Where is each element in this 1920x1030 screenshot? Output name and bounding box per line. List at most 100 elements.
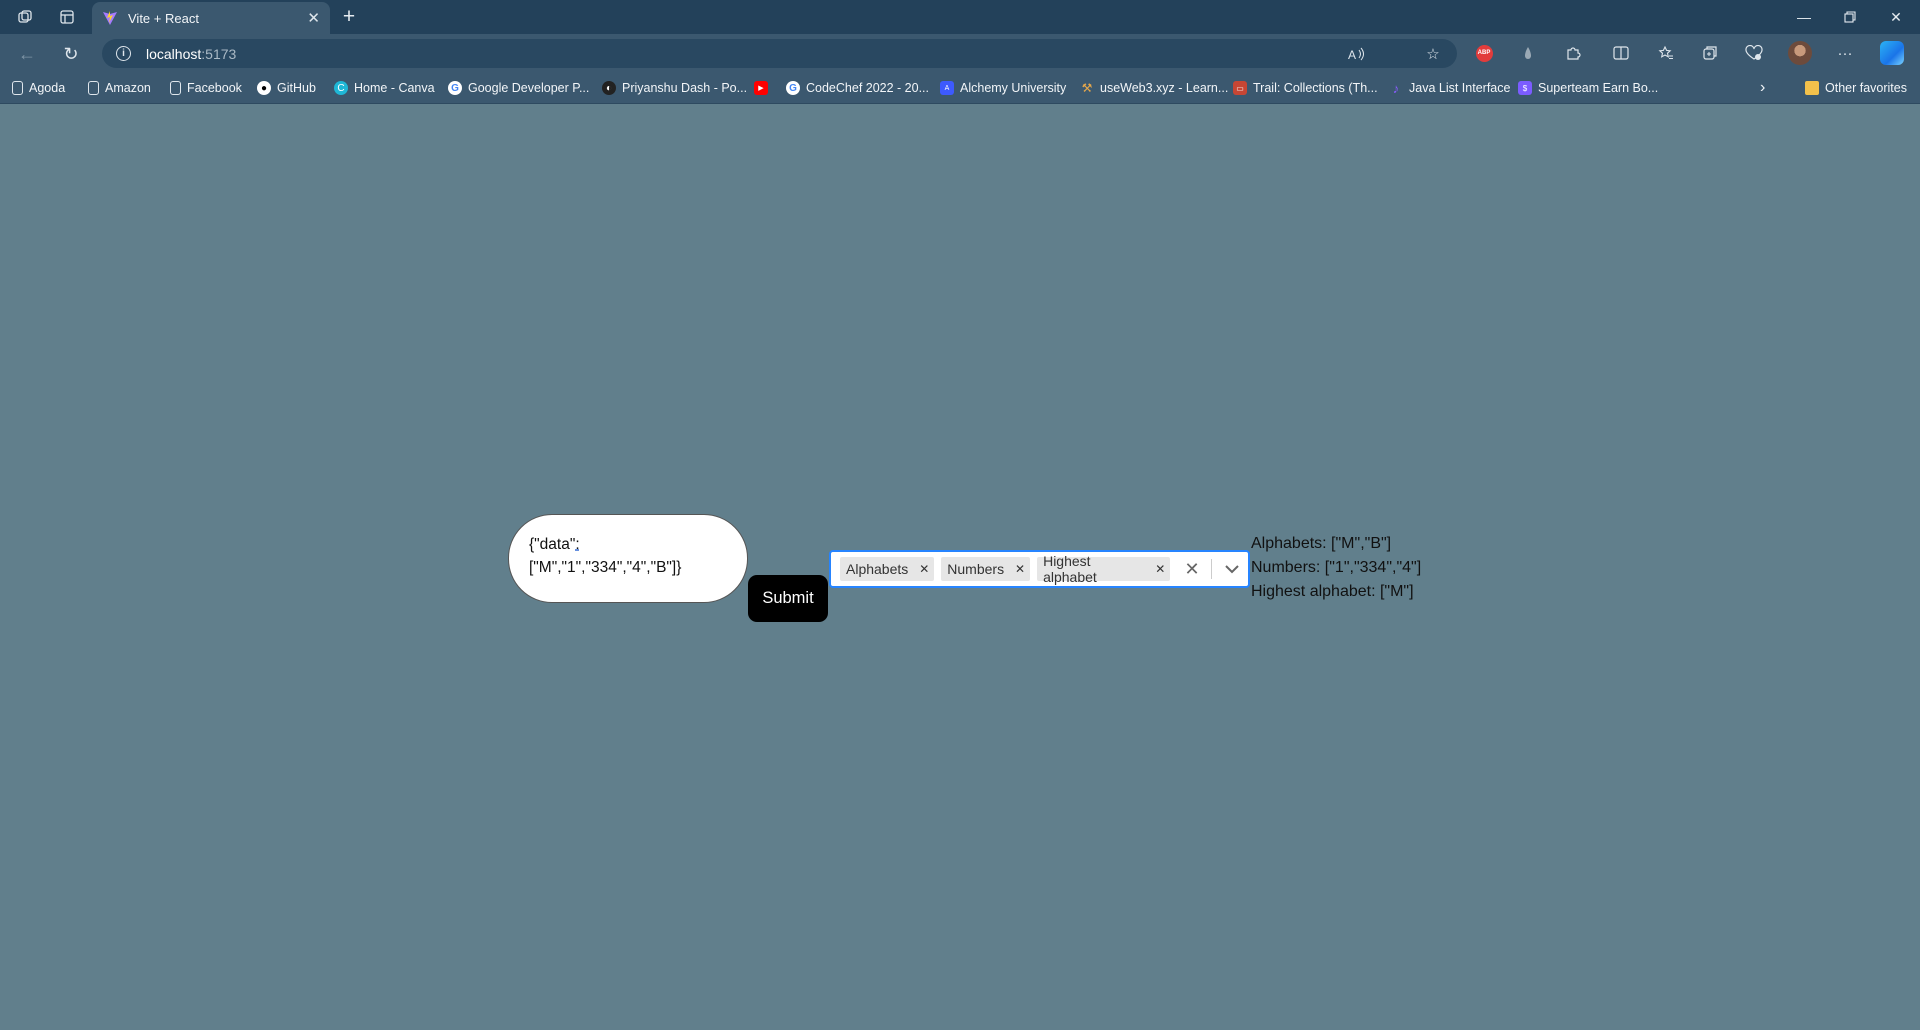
filter-chip-alphabets: Alphabets ✕ <box>840 557 935 581</box>
result-highest-alphabet: Highest alphabet: ["M"] <box>1251 583 1414 600</box>
json-input-line2: ["M","1","334","4","B"]} <box>529 559 682 576</box>
split-screen-icon[interactable] <box>1608 40 1634 66</box>
active-tab[interactable]: Vite + React ✕ <box>92 2 330 34</box>
filter-chip-numbers: Numbers ✕ <box>941 557 1031 581</box>
tools-icon: ⚒ <box>1081 81 1093 95</box>
restore-icon[interactable] <box>1827 0 1873 34</box>
selected-filters: Alphabets ✕ Numbers ✕ Highest alphabet ✕ <box>831 553 1177 585</box>
extensions-icon[interactable] <box>1560 40 1586 66</box>
url-port: :5173 <box>201 45 237 62</box>
favorites-icon[interactable] <box>1653 40 1679 66</box>
bookmark-trail-collections[interactable]: ▭ Trail: Collections (Th... <box>1233 77 1378 99</box>
url-host: localhost <box>146 45 202 62</box>
bookmark-agoda[interactable]: Agoda <box>12 77 65 99</box>
folder-icon <box>1805 81 1819 95</box>
tab-actions-icon[interactable] <box>56 6 78 28</box>
remove-chip-icon[interactable]: ✕ <box>1151 557 1170 581</box>
bookmark-label: Amazon <box>105 81 151 95</box>
svg-text:A: A <box>1348 48 1356 61</box>
more-options-icon[interactable]: ··· <box>1832 40 1858 66</box>
back-icon[interactable]: ← <box>14 41 40 67</box>
close-tab-icon[interactable]: ✕ <box>307 9 320 27</box>
browser-essentials-icon[interactable] <box>1741 40 1767 66</box>
submit-button[interactable]: Submit <box>748 575 828 622</box>
bookmark-facebook[interactable]: Facebook <box>170 77 242 99</box>
bookmark-amazon[interactable]: Amazon <box>88 77 151 99</box>
bookmark-google-developer[interactable]: G Google Developer P... <box>448 77 589 99</box>
bookmark-label: useWeb3.xyz - Learn... <box>1100 81 1229 95</box>
oracle-icon: ▭ <box>1233 81 1247 95</box>
chip-label: Alphabets <box>846 561 909 577</box>
bookmark-superteam[interactable]: $ Superteam Earn Bo... <box>1518 77 1658 99</box>
bookmark-label: Google Developer P... <box>468 81 590 95</box>
bookmark-label: GitHub <box>277 81 316 95</box>
chevron-down-icon[interactable] <box>1216 552 1248 586</box>
canva-icon: C <box>334 81 348 95</box>
other-favorites-label: Other favorites <box>1825 81 1907 95</box>
bookmark-label: Facebook <box>187 81 242 95</box>
copilot-icon[interactable] <box>1879 40 1905 66</box>
read-aloud-icon[interactable]: A <box>1343 39 1371 68</box>
google-icon: G <box>448 81 462 95</box>
bookmark-alchemy[interactable]: A Alchemy University <box>940 77 1066 99</box>
page-icon <box>170 81 181 95</box>
remove-chip-icon[interactable]: ✕ <box>1010 557 1030 581</box>
youtube-icon: ▶ <box>754 81 768 95</box>
other-favorites[interactable]: Other favorites <box>1805 77 1907 99</box>
refresh-icon[interactable]: ↻ <box>58 41 84 67</box>
github-icon: ● <box>257 81 271 95</box>
spellcheck-mark: : <box>575 536 580 553</box>
new-tab-icon[interactable]: + <box>337 5 361 29</box>
close-window-icon[interactable]: ✕ <box>1873 0 1919 34</box>
result-numbers: Numbers: ["1","334","4"] <box>1251 559 1422 576</box>
superteam-icon: $ <box>1518 81 1532 95</box>
clear-all-icon[interactable]: ✕ <box>1177 552 1207 586</box>
bookmarks-bar: Agoda Amazon Facebook ● GitHub C Home - Ca… <box>0 72 1920 104</box>
filter-chip-highest-alphabet: Highest alphabet ✕ <box>1037 553 1170 585</box>
bookmark-useweb3[interactable]: ⚒ useWeb3.xyz - Learn... <box>1080 77 1229 99</box>
adblock-plus-icon[interactable]: ABP <box>1471 40 1497 66</box>
select-separator <box>1211 559 1212 579</box>
bookmark-codechef[interactable]: G CodeChef 2022 - 20... <box>786 77 929 99</box>
bookmark-label: Home - Canva <box>354 81 435 95</box>
chip-label: Highest alphabet <box>1043 553 1097 585</box>
extension-drop-icon[interactable] <box>1515 40 1541 66</box>
browser-tab-strip: Vite + React ✕ + — ✕ <box>0 0 1920 34</box>
browser-toolbar: ← ↻ i localhost:5173 A ☆ ABP ··· <box>0 34 1920 72</box>
filter-multi-select[interactable]: Alphabets ✕ Numbers ✕ Highest alphabet ✕… <box>829 550 1250 588</box>
bookmark-youtube[interactable]: ▶ <box>754 77 774 99</box>
address-bar[interactable]: i localhost:5173 A ☆ <box>102 39 1457 68</box>
results-panel: Alphabets: ["M","B"] Numbers: ["1","334"… <box>1251 532 1421 604</box>
workspaces-icon[interactable] <box>14 6 36 28</box>
chevron-right-icon[interactable]: › <box>1760 77 1765 99</box>
page-icon <box>12 81 23 95</box>
bookmark-label: Java List Interface <box>1409 81 1511 95</box>
json-input[interactable]: {"data": ["M","1","334","4","B"]} <box>508 514 748 603</box>
portfolio-icon: ◐ <box>602 81 616 95</box>
bookmark-java-list[interactable]: ♪ Java List Interface <box>1389 77 1511 99</box>
bookmark-github[interactable]: ● GitHub <box>257 77 316 99</box>
tab-title: Vite + React <box>128 10 199 26</box>
bookmark-label: Alchemy University <box>960 81 1067 95</box>
remove-chip-icon[interactable]: ✕ <box>914 557 934 581</box>
minimize-icon[interactable]: — <box>1781 0 1827 34</box>
favorite-star-icon[interactable]: ☆ <box>1419 39 1447 68</box>
chip-label: Numbers <box>947 561 1005 577</box>
bookmark-label: Agoda <box>29 81 66 95</box>
bookmark-label: CodeChef 2022 - 20... <box>806 81 929 95</box>
google-icon: G <box>786 81 800 95</box>
java-icon: ♪ <box>1392 80 1400 96</box>
json-input-line1: {"data" <box>529 536 576 553</box>
site-info-icon[interactable]: i <box>116 46 131 61</box>
bookmark-label: Trail: Collections (Th... <box>1253 81 1378 95</box>
bookmark-portfolio[interactable]: ◐ Priyanshu Dash - Po... <box>602 77 747 99</box>
result-alphabets: Alphabets: ["M","B"] <box>1251 535 1392 552</box>
bookmark-label: Superteam Earn Bo... <box>1538 81 1659 95</box>
profile-avatar[interactable] <box>1787 40 1813 66</box>
bookmark-canva[interactable]: C Home - Canva <box>334 77 435 99</box>
collections-icon[interactable] <box>1697 40 1723 66</box>
vite-favicon-icon <box>103 11 117 25</box>
page-icon <box>88 81 99 95</box>
bookmark-label: Priyanshu Dash - Po... <box>622 81 748 95</box>
alchemy-icon: A <box>940 81 954 95</box>
